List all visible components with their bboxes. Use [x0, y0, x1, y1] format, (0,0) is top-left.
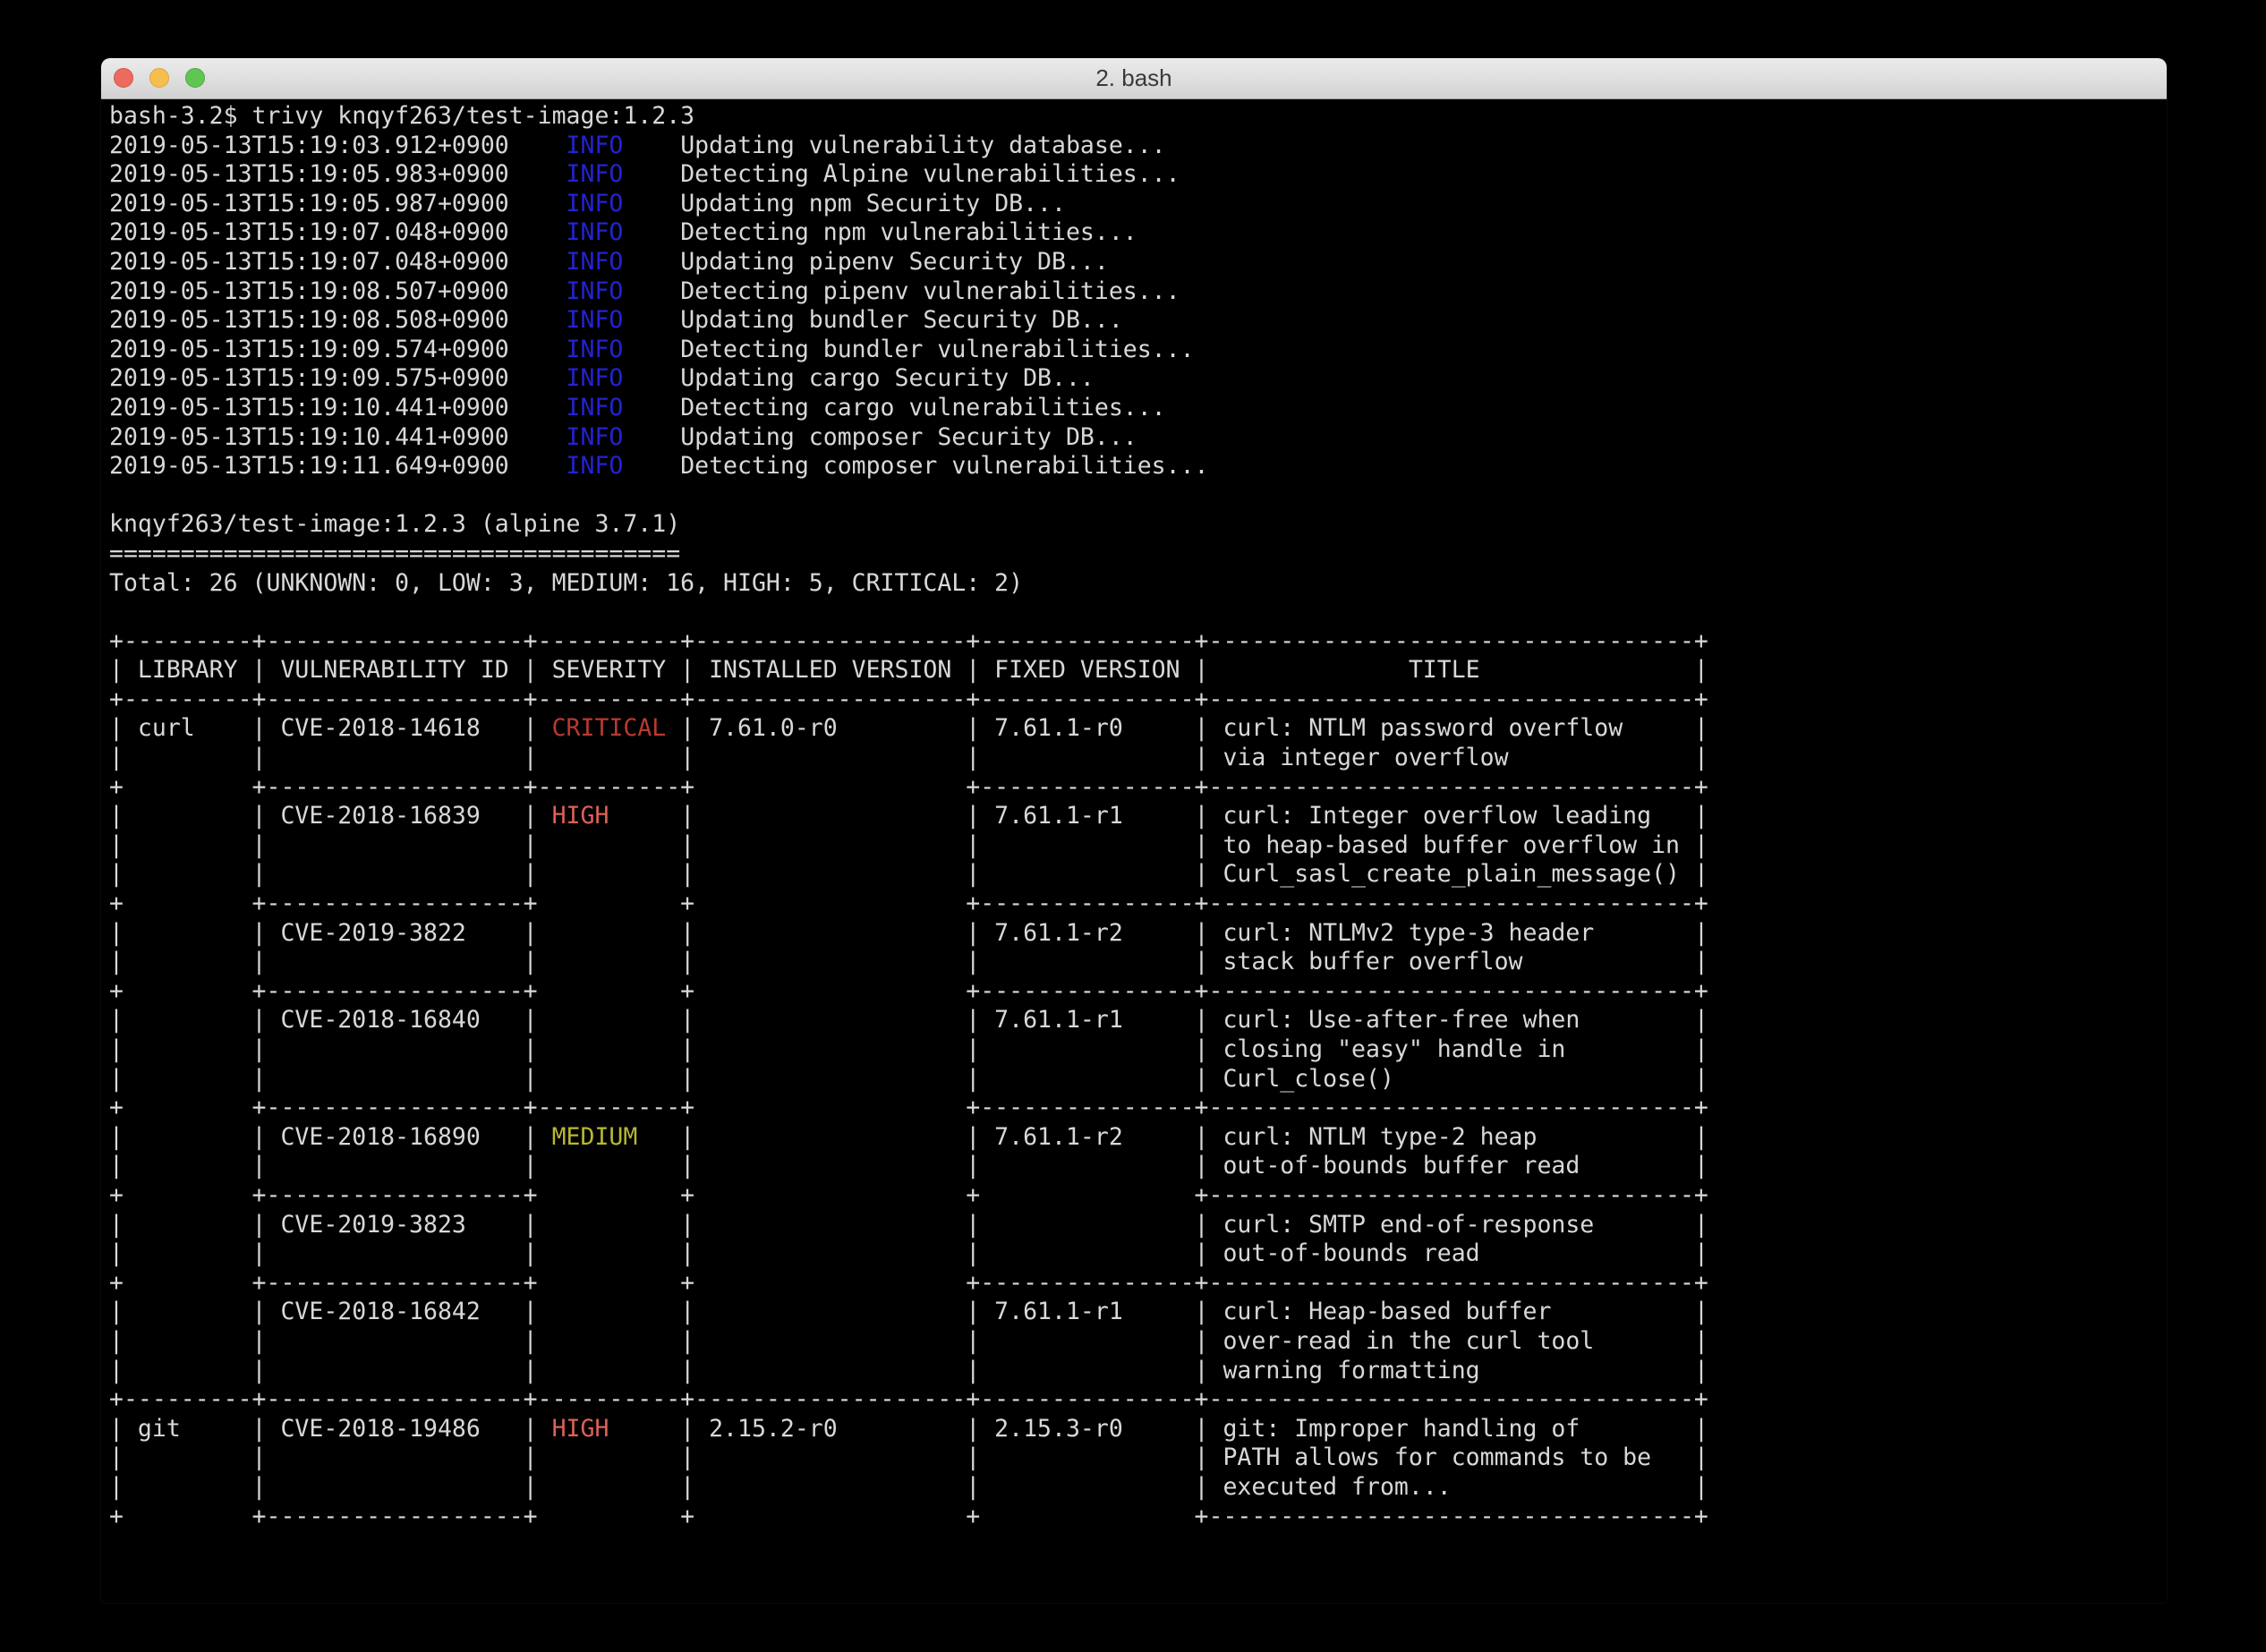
terminal-output[interactable]: bash-3.2$ trivy knqyf263/test-image:1.2.… — [101, 99, 2167, 1531]
traffic-lights — [114, 68, 205, 88]
log-level: INFO — [566, 248, 624, 276]
log-level: INFO — [566, 277, 624, 305]
log-level: INFO — [566, 423, 624, 451]
log-level: INFO — [566, 394, 624, 422]
log-level: INFO — [566, 336, 624, 363]
zoom-button[interactable] — [185, 68, 205, 88]
severity-cell: MEDIUM — [538, 1123, 681, 1151]
severity-cell: HIGH — [538, 1415, 681, 1443]
severity-cell: CRITICAL — [538, 714, 681, 742]
log-level: INFO — [566, 452, 624, 480]
log-level: INFO — [566, 306, 624, 334]
log-level: INFO — [566, 132, 624, 159]
window-titlebar[interactable]: 2. bash — [101, 58, 2167, 99]
log-level: INFO — [566, 364, 624, 392]
log-level: INFO — [566, 160, 624, 188]
severity-cell: HIGH — [538, 802, 681, 830]
log-level: INFO — [566, 190, 624, 217]
log-level: INFO — [566, 218, 624, 246]
terminal-window: 2. bash bash-3.2$ trivy knqyf263/test-im… — [101, 58, 2167, 1603]
close-button[interactable] — [114, 68, 133, 88]
window-title: 2. bash — [101, 58, 2167, 98]
minimize-button[interactable] — [149, 68, 169, 88]
